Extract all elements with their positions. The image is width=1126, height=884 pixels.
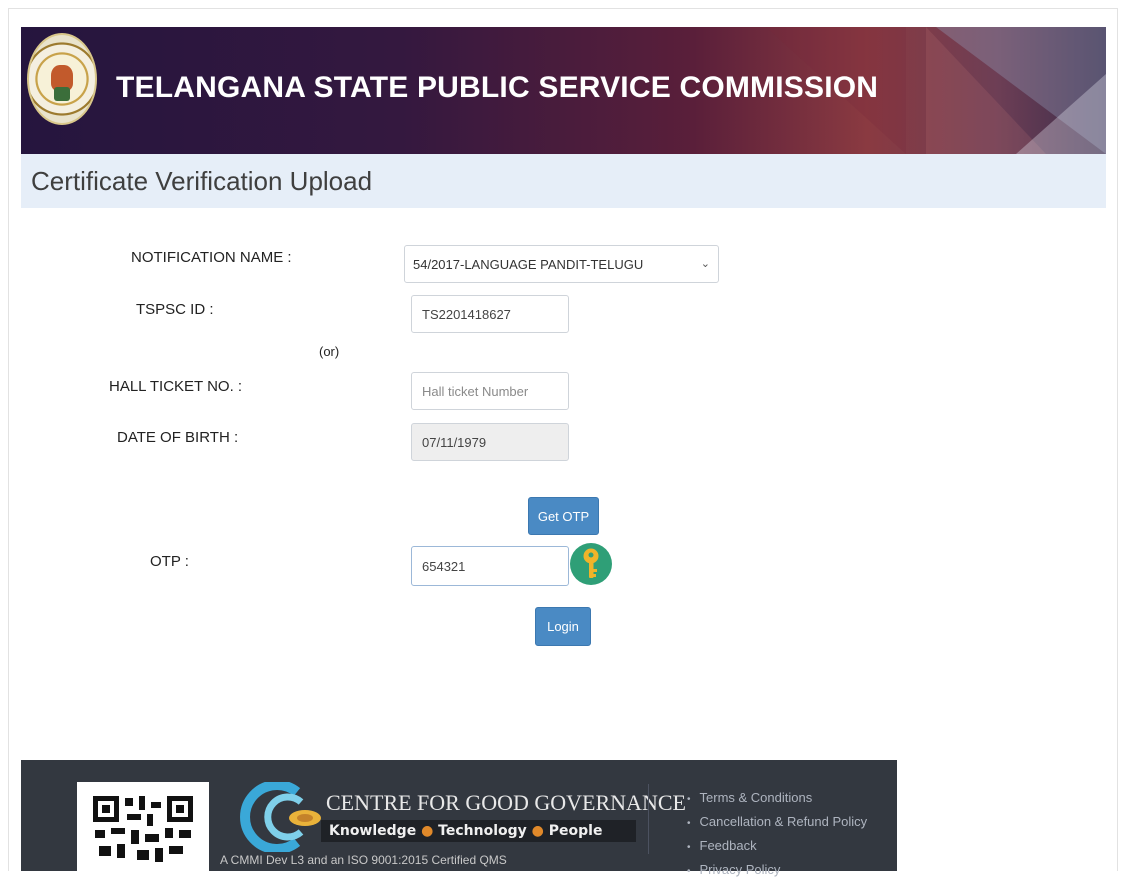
- date-of-birth-field: [411, 423, 569, 461]
- footer-links: Terms & Conditions Cancellation & Refund…: [687, 786, 868, 882]
- otp-input[interactable]: [411, 546, 569, 586]
- cgg-org-name: CENTRE FOR GOOD GOVERNANCE: [326, 790, 686, 815]
- notification-name-value: 54/2017-LANGUAGE PANDIT-TELUGU: [413, 257, 644, 272]
- hall-ticket-input[interactable]: [411, 372, 569, 410]
- cgg-certification: A CMMI Dev L3 and an ISO 9001:2015 Certi…: [220, 853, 507, 867]
- site-footer: CENTRE FOR GOOD GOVERNANCE Knowledge ● T…: [21, 760, 897, 877]
- cgg-tagline: Knowledge ● Technology ● People: [321, 820, 636, 842]
- login-button[interactable]: Login: [535, 607, 591, 646]
- otp-label: OTP :: [150, 553, 189, 570]
- or-text: (or): [319, 344, 340, 359]
- cgg-logo-icon: [240, 782, 321, 852]
- footer-link-feedback[interactable]: Feedback: [687, 834, 867, 858]
- hall-ticket-label: HALL TICKET NO. :: [109, 378, 243, 395]
- page-title-bar: Certificate Verification Upload: [21, 154, 1106, 208]
- org-title: TELANGANA STATE PUBLIC SERVICE COMMISSIO…: [116, 71, 879, 104]
- footer-link-refund[interactable]: Cancellation & Refund Policy: [687, 810, 868, 834]
- page-title: Certificate Verification Upload: [31, 166, 373, 196]
- get-otp-button[interactable]: Get OTP: [528, 497, 599, 535]
- footer-link-terms[interactable]: Terms & Conditions: [687, 786, 867, 810]
- chevron-down-icon: ⌄: [700, 258, 710, 270]
- site-header: TELANGANA STATE PUBLIC SERVICE COMMISSIO…: [21, 27, 1106, 154]
- tspsc-id-label: TSPSC ID :: [136, 301, 214, 318]
- key-icon[interactable]: [570, 543, 612, 585]
- tspsc-emblem-icon: [27, 33, 97, 125]
- footer-link-privacy[interactable]: Privacy Policy: [687, 858, 867, 882]
- notification-name-select[interactable]: 54/2017-LANGUAGE PANDIT-TELUGU ⌄: [404, 245, 719, 283]
- tspsc-id-input[interactable]: [411, 295, 569, 333]
- qr-code-icon: [77, 782, 209, 871]
- date-of-birth-label: DATE OF BIRTH :: [117, 429, 239, 446]
- notification-name-label: NOTIFICATION NAME :: [131, 249, 292, 266]
